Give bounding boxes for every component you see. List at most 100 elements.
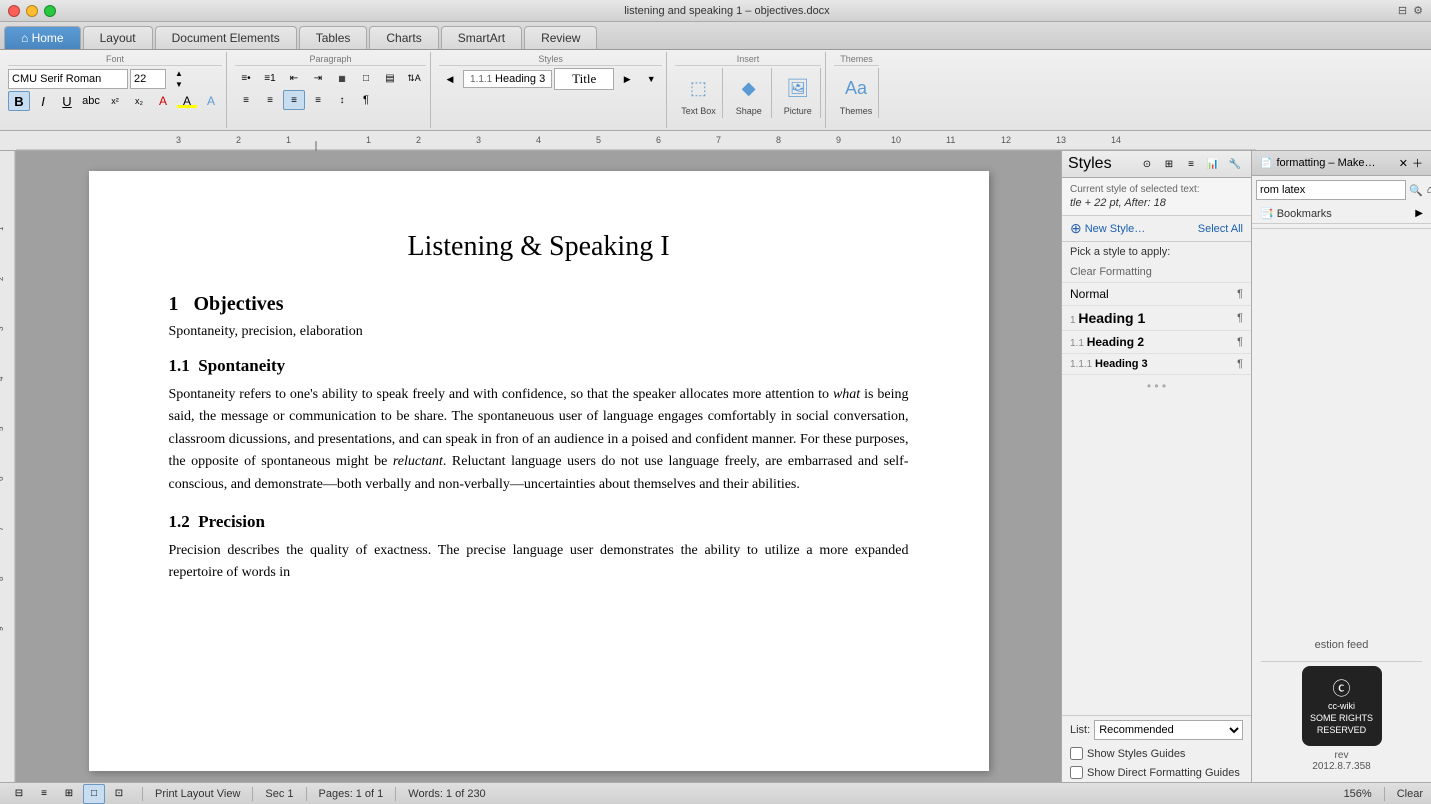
tab-charts[interactable]: Charts — [369, 26, 438, 49]
style-heading3[interactable]: 1.1.1 Heading 3 ¶ — [1062, 354, 1251, 375]
insert-picture-btn[interactable]: 🖼 Picture — [776, 68, 821, 118]
window-controls — [8, 5, 56, 17]
outdent-btn[interactable]: ⇤ — [283, 68, 305, 88]
sort-btn[interactable]: ⇅A — [403, 68, 425, 88]
maximize-button[interactable] — [44, 5, 56, 17]
cc-badge: ⓒ cc-wiki SOME RIGHTSRESERVED — [1302, 666, 1382, 746]
indent-btn[interactable]: ⇥ — [307, 68, 329, 88]
superscript-btn[interactable]: x² — [104, 91, 126, 111]
para-marks-btn[interactable]: ¶ — [355, 90, 377, 110]
styles-heading3-box[interactable]: 1.1.1 Heading 3 — [463, 70, 552, 88]
nav-back-btn[interactable]: ⌂ — [1426, 180, 1431, 200]
svg-text:3: 3 — [176, 135, 181, 145]
svg-text:2: 2 — [416, 135, 421, 145]
view-btn3[interactable]: ⊞ — [58, 784, 80, 804]
align-center-btn[interactable]: ≡ — [259, 90, 281, 110]
insert-shape-btn[interactable]: ◆ Shape — [727, 68, 772, 118]
font-size-up-btn[interactable]: ▲ — [168, 68, 190, 78]
clear-label: Clear — [1397, 788, 1423, 800]
question-feed-label: estion feed — [1311, 631, 1373, 657]
font-name-input[interactable] — [8, 69, 128, 89]
list-select[interactable]: Recommended — [1094, 720, 1243, 740]
style-clear-formatting[interactable]: Clear Formatting — [1062, 262, 1251, 283]
show-direct-guides-label[interactable]: Show Direct Formatting Guides — [1087, 767, 1240, 779]
section-1-2-number: 1.2 — [169, 512, 199, 531]
svg-text:9: 9 — [836, 135, 841, 145]
svg-text:6: 6 — [0, 476, 5, 481]
horizontal-ruler: 3 2 1 1 2 3 4 5 6 7 8 9 10 11 12 13 14 — [0, 131, 1431, 151]
tab-layout[interactable]: Layout — [83, 26, 153, 49]
list-type-btn[interactable]: ▦ — [331, 68, 353, 88]
formatting-view-btn2[interactable]: ⊞ — [1159, 155, 1179, 173]
view-btn2[interactable]: ≡ — [33, 784, 55, 804]
close-button[interactable] — [8, 5, 20, 17]
view-btn4[interactable]: □ — [83, 784, 105, 804]
font-size-down-btn[interactable]: ▼ — [168, 79, 190, 89]
italic-btn[interactable]: I — [32, 91, 54, 111]
svg-text:2: 2 — [0, 276, 5, 281]
numbered-list-btn[interactable]: ≡1 — [259, 68, 281, 88]
highlight-btn[interactable]: A — [176, 91, 198, 111]
search-btn[interactable]: 🔍 — [1408, 180, 1424, 200]
align-left-btn[interactable]: ≡ — [235, 90, 257, 110]
show-styles-guides-checkbox[interactable] — [1070, 747, 1083, 760]
menu-bar: ⌂ Home Layout Document Elements Tables C… — [0, 22, 1431, 50]
formatting-view-btn1[interactable]: ⊙ — [1137, 155, 1157, 173]
svg-text:5: 5 — [0, 426, 5, 431]
minimize-button[interactable] — [26, 5, 38, 17]
view-btn1[interactable]: ⊟ — [8, 784, 30, 804]
document-area[interactable]: Listening & Speaking I 1 Objectives Spon… — [16, 151, 1061, 782]
show-styles-guides-row: Show Styles Guides — [1062, 744, 1251, 763]
font-section: Font ▲ ▼ B I U abc x² x₂ A A A — [4, 52, 227, 128]
tab-home[interactable]: ⌂ Home — [4, 26, 81, 49]
formatting-view-btn4[interactable]: 📊 — [1203, 155, 1223, 173]
styles-next-btn[interactable]: ▶ — [616, 69, 638, 89]
home-icon: ⌂ — [21, 31, 32, 45]
search-input[interactable] — [1256, 180, 1406, 200]
font-size-input[interactable] — [130, 69, 166, 89]
view-btn5[interactable]: ⊡ — [108, 784, 130, 804]
formatting-view-btn5[interactable]: 🔧 — [1225, 155, 1245, 173]
select-all-button[interactable]: Select All — [1198, 223, 1243, 235]
bookmarks-toggle-btn[interactable]: ▶ — [1415, 208, 1423, 219]
subscript-btn[interactable]: x₂ — [128, 91, 150, 111]
settings-icon[interactable]: ⚙ — [1413, 4, 1423, 17]
bold-btn[interactable]: B — [8, 91, 30, 111]
style-heading1[interactable]: 1 Heading 1 ¶ — [1062, 306, 1251, 331]
bookmarks-bar: 📑 Bookmarks ▶ — [1252, 204, 1431, 224]
underline-btn[interactable]: U — [56, 91, 78, 111]
far-right-close-btn[interactable]: ✕ — [1399, 157, 1408, 170]
align-right-btn[interactable]: ≡ — [307, 90, 329, 110]
strikethrough-btn[interactable]: abc — [80, 91, 102, 111]
new-style-button[interactable]: ⊕ New Style… — [1070, 220, 1145, 237]
formatting-view-btn3[interactable]: ≡ — [1181, 155, 1201, 173]
far-right-content: estion feed ⓒ cc-wiki SOME RIGHTSRESERVE… — [1252, 233, 1431, 782]
tab-review[interactable]: Review — [524, 26, 597, 49]
styles-title-box[interactable]: Title — [554, 68, 614, 90]
tab-tables[interactable]: Tables — [299, 26, 368, 49]
far-right-title: formatting – Make… — [1276, 157, 1394, 169]
style-normal[interactable]: Normal ¶ — [1062, 283, 1251, 306]
styles-label: Styles — [439, 54, 662, 66]
shading-btn[interactable]: ▤ — [379, 68, 401, 88]
insert-textbox-btn[interactable]: ⬚ Text Box — [675, 68, 723, 118]
bullet-list-btn[interactable]: ≡• — [235, 68, 257, 88]
themes-btn[interactable]: Aa Themes — [834, 68, 880, 118]
styles-more-btn[interactable]: ▼ — [640, 69, 662, 89]
align-justify-btn[interactable]: ≡ — [283, 90, 305, 110]
font-color-btn[interactable]: A — [152, 91, 174, 111]
style-heading2[interactable]: 1.1 Heading 2 ¶ — [1062, 331, 1251, 354]
document-title: Listening & Speaking I — [169, 231, 909, 263]
borders-btn[interactable]: □ — [355, 68, 377, 88]
list-dropdown-row: List: Recommended — [1062, 715, 1251, 744]
styles-prev-btn[interactable]: ◀ — [439, 69, 461, 89]
show-direct-guides-checkbox[interactable] — [1070, 766, 1083, 779]
text-effects-btn[interactable]: A — [200, 91, 222, 111]
collapse-icon[interactable]: ⊟ — [1398, 4, 1407, 17]
tab-smartart[interactable]: SmartArt — [441, 26, 522, 49]
far-right-add-btn[interactable]: ＋ — [1412, 155, 1423, 171]
line-spacing-btn[interactable]: ↕ — [331, 90, 353, 110]
textbox-icon: ⬚ — [682, 70, 714, 106]
tab-document-elements[interactable]: Document Elements — [155, 26, 297, 49]
show-styles-guides-label[interactable]: Show Styles Guides — [1087, 748, 1185, 760]
